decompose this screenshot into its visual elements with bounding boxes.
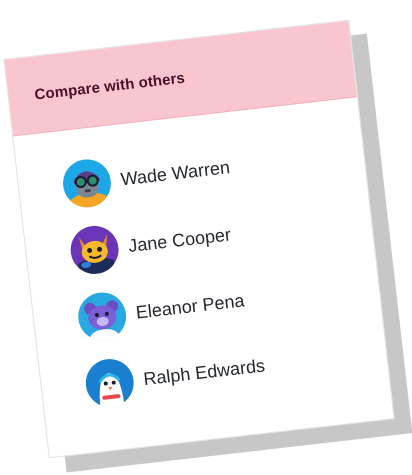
bear-avatar-icon — [76, 290, 129, 343]
compare-card: Compare with others Wade Warren Jane Coo… — [3, 19, 395, 459]
user-item-wade-warren[interactable]: Wade Warren — [60, 142, 244, 210]
user-item-eleanor-pena[interactable]: Eleanor Pena — [76, 275, 260, 343]
horned-creature-avatar-icon — [68, 223, 121, 276]
penguin-avatar-icon — [83, 356, 136, 409]
card-header: Compare with others — [4, 20, 357, 137]
stage: Compare with others Wade Warren Jane Coo… — [0, 0, 412, 475]
user-list: Wade Warren Jane Cooper Eleanor Pena Ral… — [60, 142, 269, 429]
card-title: Compare with others — [33, 69, 186, 104]
pilot-goggles-avatar-icon — [60, 157, 113, 210]
user-item-jane-cooper[interactable]: Jane Cooper — [68, 208, 252, 276]
user-name: Wade Warren — [119, 156, 231, 189]
user-name: Eleanor Pena — [134, 289, 246, 323]
user-name: Jane Cooper — [127, 223, 232, 256]
user-name: Ralph Edwards — [142, 354, 266, 389]
user-item-ralph-edwards[interactable]: Ralph Edwards — [83, 342, 267, 410]
